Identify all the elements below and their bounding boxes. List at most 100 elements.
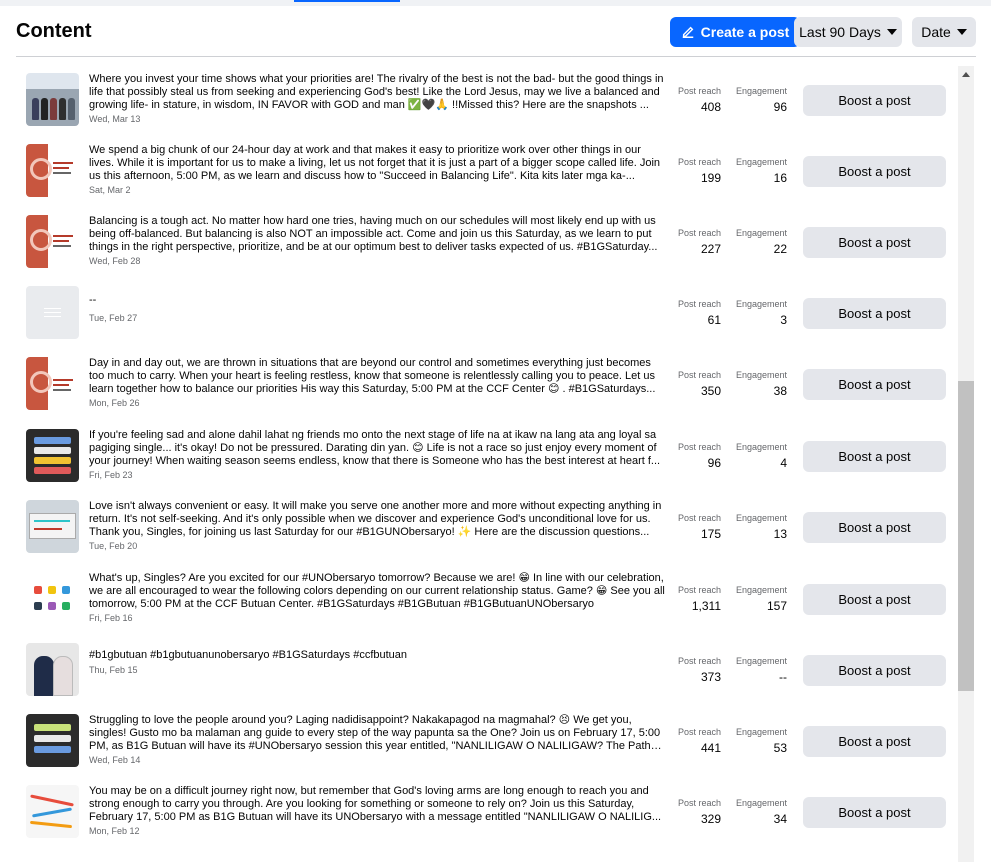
engagement-label: Engagement bbox=[735, 798, 787, 808]
post-caption[interactable]: Balancing is a tough act. No matter how … bbox=[89, 215, 669, 254]
post-row[interactable]: We spend a big chunk of our 24-hour day … bbox=[16, 137, 956, 208]
post-thumbnail[interactable] bbox=[26, 286, 79, 339]
engagement-value: 38 bbox=[773, 384, 787, 398]
engagement-label: Engagement bbox=[735, 727, 787, 737]
post-reach-label: Post reach bbox=[677, 798, 721, 808]
post-row[interactable]: #b1gbutuan #b1gbutuanunobersaryo #B1GSat… bbox=[16, 636, 956, 707]
post-thumbnail[interactable] bbox=[26, 643, 79, 696]
engagement-value: 22 bbox=[773, 242, 787, 256]
post-engagement: Engagement 157 bbox=[728, 585, 787, 613]
post-thumbnail[interactable] bbox=[26, 215, 79, 268]
post-reach: Post reach 227 bbox=[671, 228, 721, 256]
post-row[interactable]: Struggling to love the people around you… bbox=[16, 707, 956, 778]
post-reach: Post reach 1,311 bbox=[671, 585, 721, 613]
content-list: Where you invest your time shows what yo… bbox=[16, 66, 956, 862]
content-header: Content Create a post Last 90 Days Date bbox=[16, 16, 976, 56]
post-date: Mon, Feb 12 bbox=[89, 826, 140, 836]
post-caption[interactable]: We spend a big chunk of our 24-hour day … bbox=[89, 144, 669, 183]
post-row[interactable]: Love isn't always convenient or easy. It… bbox=[16, 493, 956, 564]
boost-post-button[interactable]: Boost a post bbox=[803, 298, 946, 329]
post-thumbnail[interactable] bbox=[26, 572, 79, 625]
post-thumbnail[interactable] bbox=[26, 357, 79, 410]
post-caption[interactable]: If you're feeling sad and alone dahil la… bbox=[89, 429, 669, 468]
post-reach: Post reach 175 bbox=[671, 513, 721, 541]
create-post-button[interactable]: Create a post bbox=[670, 17, 800, 47]
boost-post-button[interactable]: Boost a post bbox=[803, 156, 946, 187]
post-row[interactable]: Where you invest your time shows what yo… bbox=[16, 66, 956, 137]
post-thumbnail[interactable] bbox=[26, 500, 79, 553]
post-date: Mon, Feb 26 bbox=[89, 398, 140, 408]
date-range-dropdown[interactable]: Last 90 Days bbox=[794, 17, 902, 47]
engagement-label: Engagement bbox=[735, 228, 787, 238]
post-reach: Post reach 408 bbox=[671, 86, 721, 114]
page-title: Content bbox=[16, 20, 92, 42]
post-reach-label: Post reach bbox=[677, 585, 721, 595]
post-caption[interactable]: Love isn't always convenient or easy. It… bbox=[89, 500, 669, 539]
engagement-value: 13 bbox=[773, 527, 787, 541]
post-reach: Post reach 96 bbox=[671, 442, 721, 470]
scroll-up-arrow-icon[interactable] bbox=[962, 72, 970, 77]
post-thumbnail[interactable] bbox=[26, 73, 79, 126]
boost-post-button[interactable]: Boost a post bbox=[803, 726, 946, 757]
post-reach-value: 61 bbox=[707, 313, 721, 327]
boost-post-button[interactable]: Boost a post bbox=[803, 512, 946, 543]
sort-dropdown[interactable]: Date bbox=[912, 17, 976, 47]
boost-post-button[interactable]: Boost a post bbox=[803, 85, 946, 116]
post-caption[interactable]: Where you invest your time shows what yo… bbox=[89, 73, 669, 112]
post-reach-value: 227 bbox=[700, 242, 721, 256]
post-caption[interactable]: -- bbox=[89, 294, 669, 307]
post-engagement: Engagement 4 bbox=[728, 442, 787, 470]
boost-post-button[interactable]: Boost a post bbox=[803, 369, 946, 400]
post-thumbnail[interactable] bbox=[26, 785, 79, 838]
post-caption[interactable]: #b1gbutuan #b1gbutuanunobersaryo #B1GSat… bbox=[89, 649, 669, 662]
post-thumbnail[interactable] bbox=[26, 144, 79, 197]
post-date: Tue, Feb 27 bbox=[89, 313, 138, 323]
post-row[interactable]: Day in and day out, we are thrown in sit… bbox=[16, 350, 956, 421]
boost-post-button[interactable]: Boost a post bbox=[803, 797, 946, 828]
post-reach-label: Post reach bbox=[677, 157, 721, 167]
post-engagement: Engagement 53 bbox=[728, 727, 787, 755]
post-row[interactable]: If you're feeling sad and alone dahil la… bbox=[16, 422, 956, 493]
boost-post-button[interactable]: Boost a post bbox=[803, 655, 946, 686]
post-reach: Post reach 373 bbox=[671, 656, 721, 684]
post-reach-label: Post reach bbox=[677, 299, 721, 309]
post-thumbnail[interactable] bbox=[26, 714, 79, 767]
engagement-label: Engagement bbox=[735, 585, 787, 595]
engagement-value: -- bbox=[779, 670, 787, 684]
scrollbar[interactable] bbox=[958, 66, 974, 862]
post-row[interactable]: Balancing is a tough act. No matter how … bbox=[16, 208, 956, 279]
post-thumbnail[interactable] bbox=[26, 429, 79, 482]
post-engagement: Engagement 3 bbox=[728, 299, 787, 327]
scrollbar-thumb[interactable] bbox=[958, 381, 974, 691]
post-date: Wed, Mar 13 bbox=[89, 114, 141, 124]
post-row[interactable]: You may be on a difficult journey right … bbox=[16, 778, 956, 849]
engagement-label: Engagement bbox=[735, 157, 787, 167]
post-engagement: Engagement 34 bbox=[728, 798, 787, 826]
create-post-label: Create a post bbox=[700, 24, 790, 40]
post-caption[interactable]: You may be on a difficult journey right … bbox=[89, 785, 669, 824]
post-date: Tue, Feb 20 bbox=[89, 541, 138, 551]
post-caption[interactable]: Struggling to love the people around you… bbox=[89, 714, 669, 753]
boost-post-button[interactable]: Boost a post bbox=[803, 584, 946, 615]
post-date: Thu, Feb 15 bbox=[89, 665, 138, 675]
post-row[interactable]: -- Tue, Feb 27 Post reach 61 Engagement 3 B… bbox=[16, 279, 956, 350]
post-reach: Post reach 350 bbox=[671, 370, 721, 398]
post-reach: Post reach 61 bbox=[671, 299, 721, 327]
post-caption[interactable]: Day in and day out, we are thrown in sit… bbox=[89, 357, 669, 396]
engagement-label: Engagement bbox=[735, 299, 787, 309]
engagement-label: Engagement bbox=[735, 370, 787, 380]
sort-label: Date bbox=[921, 24, 951, 40]
engagement-value: 3 bbox=[780, 313, 787, 327]
post-row[interactable]: What's up, Singles? Are you excited for … bbox=[16, 565, 956, 636]
post-reach-value: 329 bbox=[700, 812, 721, 826]
post-date: Wed, Feb 28 bbox=[89, 256, 141, 266]
boost-post-button[interactable]: Boost a post bbox=[803, 227, 946, 258]
engagement-value: 16 bbox=[773, 171, 787, 185]
engagement-label: Engagement bbox=[735, 86, 787, 96]
boost-post-button[interactable]: Boost a post bbox=[803, 441, 946, 472]
post-reach-label: Post reach bbox=[677, 513, 721, 523]
post-reach-value: 441 bbox=[700, 741, 721, 755]
post-reach-value: 350 bbox=[700, 384, 721, 398]
post-engagement: Engagement 13 bbox=[728, 513, 787, 541]
post-caption[interactable]: What's up, Singles? Are you excited for … bbox=[89, 572, 669, 611]
